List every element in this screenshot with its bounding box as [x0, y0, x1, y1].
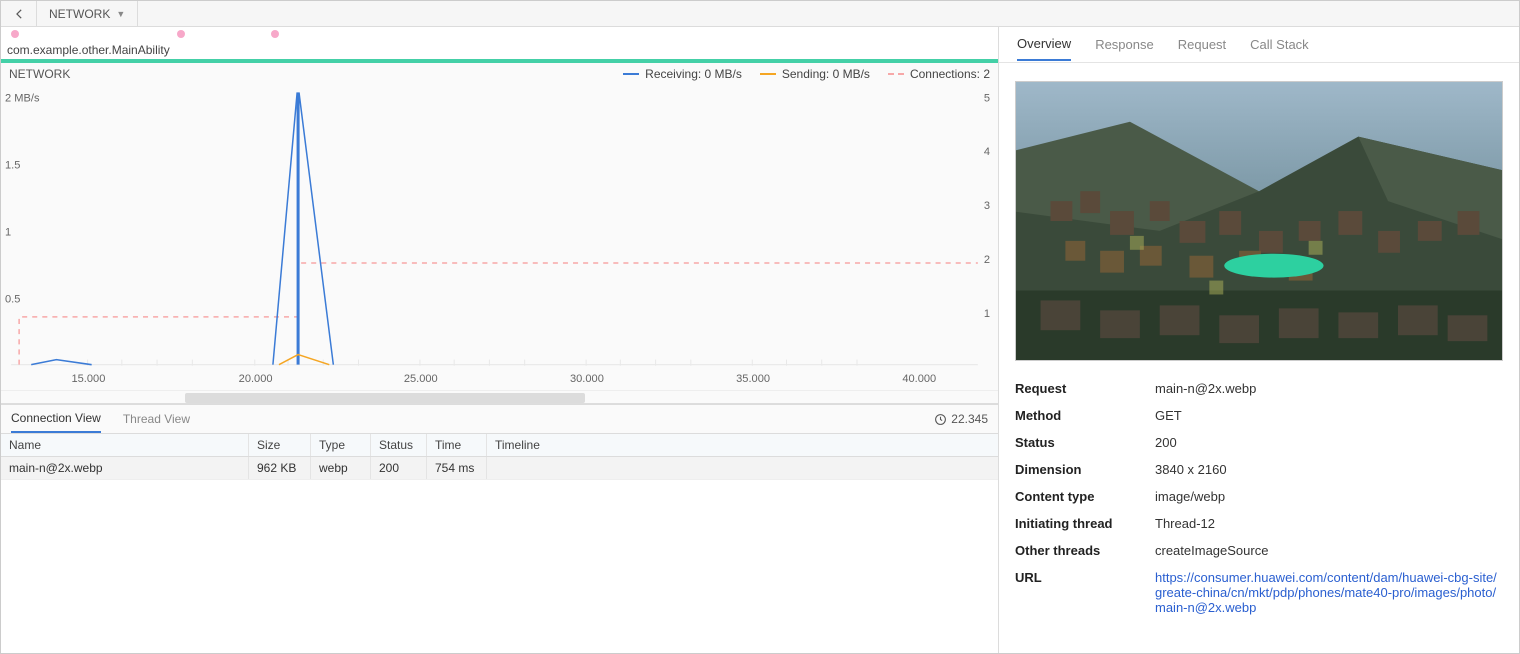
detail-tabs: Overview Response Request Call Stack — [999, 27, 1519, 63]
col-name[interactable]: Name — [1, 434, 249, 456]
detail-key-otherthreads: Other threads — [1015, 543, 1155, 558]
detail-key-dimension: Dimension — [1015, 462, 1155, 477]
tab-response[interactable]: Response — [1095, 29, 1154, 60]
detail-val-request: main-n@2x.webp — [1155, 381, 1503, 396]
cell-name: main-n@2x.webp — [1, 457, 249, 479]
table-row[interactable]: main-n@2x.webp 962 KB webp 200 754 ms — [1, 457, 998, 480]
svg-text:5: 5 — [984, 92, 990, 104]
svg-text:0.5: 0.5 — [5, 294, 20, 306]
detail-key-method: Method — [1015, 408, 1155, 423]
svg-text:20.000: 20.000 — [239, 373, 273, 385]
cell-type: webp — [311, 457, 371, 479]
svg-text:25.000: 25.000 — [404, 373, 438, 385]
left-panel: com.example.other.MainAbility NETWORK Re… — [1, 27, 999, 653]
scrollbar-thumb[interactable] — [185, 393, 585, 403]
chart-title: NETWORK — [9, 67, 70, 81]
legend-connections: Connections: 2 — [910, 67, 990, 81]
svg-text:30.000: 30.000 — [570, 373, 604, 385]
detail-key-url: URL — [1015, 570, 1155, 615]
right-panel: Overview Response Request Call Stack — [999, 27, 1519, 653]
cell-timeline — [487, 457, 998, 479]
svg-text:35.000: 35.000 — [736, 373, 770, 385]
event-dot[interactable] — [11, 30, 19, 38]
table-header-row: Name Size Type Status Time Timeline — [1, 434, 998, 457]
detail-val-url[interactable]: https://consumer.huawei.com/content/dam/… — [1155, 570, 1503, 615]
tab-callstack[interactable]: Call Stack — [1250, 29, 1309, 60]
detail-val-initthread: Thread-12 — [1155, 516, 1503, 531]
profiler-dropdown[interactable]: NETWORK ▼ — [37, 1, 138, 26]
chevron-down-icon: ▼ — [116, 9, 125, 19]
detail-key-status: Status — [1015, 435, 1155, 450]
back-button[interactable] — [1, 1, 37, 26]
cell-size: 962 KB — [249, 457, 311, 479]
image-preview — [1015, 81, 1503, 361]
svg-text:1: 1 — [5, 226, 11, 238]
table-body: main-n@2x.webp 962 KB webp 200 754 ms — [1, 457, 998, 653]
cell-status: 200 — [371, 457, 427, 479]
col-status[interactable]: Status — [371, 434, 427, 456]
detail-val-contenttype: image/webp — [1155, 489, 1503, 504]
event-dot[interactable] — [177, 30, 185, 38]
svg-text:3: 3 — [984, 200, 990, 212]
event-dot[interactable] — [271, 30, 279, 38]
col-time[interactable]: Time — [427, 434, 487, 456]
detail-val-status: 200 — [1155, 435, 1503, 450]
arrow-left-icon — [12, 7, 26, 21]
cell-time: 754 ms — [427, 457, 487, 479]
tab-overview[interactable]: Overview — [1017, 28, 1071, 61]
svg-text:2: 2 — [984, 254, 990, 266]
detail-key-contenttype: Content type — [1015, 489, 1155, 504]
svg-text:1.5: 1.5 — [5, 159, 20, 171]
dropdown-label: NETWORK — [49, 7, 110, 21]
svg-text:4: 4 — [984, 146, 990, 158]
detail-val-method: GET — [1155, 408, 1503, 423]
timestamp-display: 22.345 — [934, 412, 988, 426]
detail-key-request: Request — [1015, 381, 1155, 396]
legend-sending: Sending: 0 MB/s — [782, 67, 870, 81]
network-chart[interactable]: 2 MB/s 1.5 1 0.5 5 4 3 2 1 15.000 20.000… — [1, 85, 998, 390]
tab-thread-view[interactable]: Thread View — [123, 406, 190, 432]
detail-val-otherthreads: createImageSource — [1155, 543, 1503, 558]
col-type[interactable]: Type — [311, 434, 371, 456]
chart-header: NETWORK Receiving: 0 MB/s Sending: 0 MB/… — [1, 63, 998, 85]
detail-key-initthread: Initiating thread — [1015, 516, 1155, 531]
timeline-scrollbar[interactable] — [1, 390, 998, 404]
col-timeline[interactable]: Timeline — [487, 434, 998, 456]
svg-text:1: 1 — [984, 308, 990, 320]
tab-request[interactable]: Request — [1178, 29, 1226, 60]
col-size[interactable]: Size — [249, 434, 311, 456]
legend-receiving: Receiving: 0 MB/s — [645, 67, 742, 81]
chart-legend: Receiving: 0 MB/s Sending: 0 MB/s Connec… — [623, 67, 990, 81]
top-toolbar: NETWORK ▼ — [1, 1, 1519, 27]
view-tabs: Connection View Thread View 22.345 — [1, 404, 998, 434]
svg-text:40.000: 40.000 — [902, 373, 936, 385]
preview-mosaic-icon — [1016, 82, 1502, 360]
svg-text:2 MB/s: 2 MB/s — [5, 92, 40, 104]
detail-list: Requestmain-n@2x.webp MethodGET Status20… — [999, 371, 1519, 625]
package-name: com.example.other.MainAbility — [1, 41, 998, 63]
clock-icon — [934, 413, 947, 426]
svg-text:15.000: 15.000 — [71, 373, 105, 385]
tab-connection-view[interactable]: Connection View — [11, 405, 101, 433]
event-dots-row — [1, 27, 998, 41]
detail-val-dimension: 3840 x 2160 — [1155, 462, 1503, 477]
